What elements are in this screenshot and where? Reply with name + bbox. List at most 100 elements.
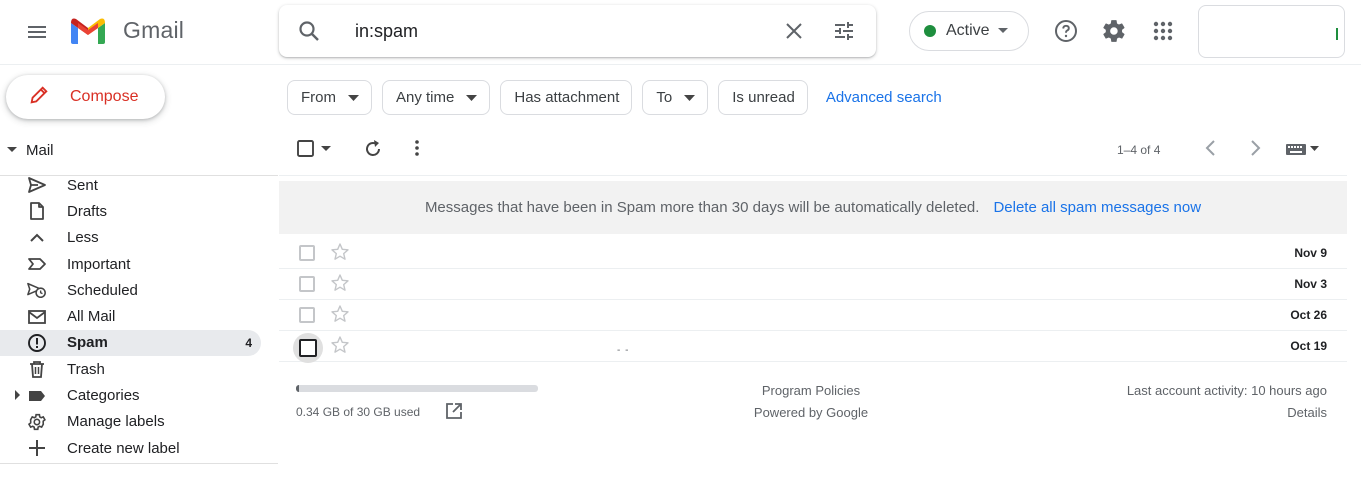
sidebar-item-label: All Mail xyxy=(67,308,116,326)
spam-notice-text: Messages that have been in Spam more tha… xyxy=(424,199,980,216)
close-icon[interactable] xyxy=(782,19,806,48)
filter-is-unread[interactable]: Is unread xyxy=(718,80,808,115)
account-switcher[interactable] xyxy=(1198,5,1345,58)
caret-down-icon xyxy=(684,89,696,106)
mail-icon xyxy=(27,307,47,327)
last-activity-text: Last account activity: 10 hours ago xyxy=(1126,383,1327,398)
row-checkbox[interactable] xyxy=(299,276,315,292)
message-date: Oct 26 xyxy=(1290,308,1327,322)
row-checkbox[interactable] xyxy=(299,245,315,261)
sidebar-item-create-label[interactable]: Create new label xyxy=(0,435,270,461)
sidebar-item-label: Categories xyxy=(67,387,140,405)
details-link[interactable]: Details xyxy=(1287,405,1327,420)
chevron-up-icon xyxy=(27,228,47,248)
apps-icon[interactable] xyxy=(1150,18,1176,44)
search-icon[interactable] xyxy=(297,19,321,48)
plus-icon xyxy=(27,438,47,458)
status-dropdown[interactable]: Active xyxy=(909,11,1029,51)
caret-down-icon xyxy=(997,22,1009,40)
sidebar-item-sent[interactable]: Sent xyxy=(0,172,270,198)
settings-icon xyxy=(27,412,47,432)
sidebar-item-label: Scheduled xyxy=(67,281,138,299)
filter-to[interactable]: To xyxy=(642,80,709,115)
mail-section-header[interactable]: Mail xyxy=(0,138,270,162)
help-icon[interactable] xyxy=(1053,18,1079,44)
select-options-icon[interactable] xyxy=(321,146,331,152)
send-icon xyxy=(27,175,47,195)
gmail-m-icon xyxy=(71,18,105,44)
sidebar-item-scheduled[interactable]: Scheduled xyxy=(0,277,270,303)
caret-right-icon[interactable] xyxy=(14,387,21,405)
row-checkbox[interactable] xyxy=(293,333,323,363)
star-icon[interactable] xyxy=(330,304,350,329)
search-options-icon[interactable] xyxy=(832,19,856,48)
chevron-left-icon[interactable] xyxy=(1201,138,1221,158)
sidebar-item-drafts[interactable]: Drafts xyxy=(0,198,270,224)
compose-button[interactable]: Compose xyxy=(6,75,165,119)
draft-icon xyxy=(27,201,47,221)
sidebar-item-label: Spam xyxy=(67,334,108,352)
caret-down-icon xyxy=(7,141,17,159)
label-icon xyxy=(27,386,47,406)
message-row[interactable]: Oct 26 xyxy=(279,300,1347,331)
powered-by-google: Powered by Google xyxy=(753,405,869,420)
caret-down-icon xyxy=(466,89,478,106)
message-snippet: - - xyxy=(617,345,630,356)
star-icon[interactable] xyxy=(330,335,350,360)
sidebar-item-label: Drafts xyxy=(67,202,108,220)
delete-all-spam-link[interactable]: Delete all spam messages now xyxy=(993,199,1201,216)
hamburger-icon[interactable] xyxy=(17,12,57,52)
program-policies-link[interactable]: Program Policies xyxy=(690,383,932,398)
filter-has-attachment[interactable]: Has attachment xyxy=(500,80,633,115)
sidebar-item-label: Sent xyxy=(67,176,98,194)
keyboard-icon[interactable] xyxy=(1285,142,1319,156)
status-dot xyxy=(924,25,936,37)
more-vert-icon[interactable] xyxy=(407,138,427,158)
storage-usage-text: 0.34 GB of 30 GB used xyxy=(296,405,421,419)
filter-any-time[interactable]: Any time xyxy=(382,80,491,115)
important-icon xyxy=(27,254,47,274)
refresh-icon[interactable] xyxy=(362,138,384,160)
account-indicator xyxy=(1336,28,1338,40)
caret-down-icon xyxy=(348,89,359,106)
chip-label: Is unread xyxy=(732,89,795,106)
sidebar-item-less[interactable]: Less xyxy=(0,225,270,251)
search-filter-chips: From Any time Has attachment To Is unrea… xyxy=(287,80,942,115)
sidebar-item-manage-labels[interactable]: Manage labels xyxy=(0,409,270,435)
row-checkbox[interactable] xyxy=(299,307,315,323)
sidebar-nav: Sent Drafts Less Important Scheduled All… xyxy=(0,172,270,461)
star-icon[interactable] xyxy=(330,242,350,267)
sidebar-item-categories[interactable]: Categories xyxy=(0,382,270,408)
message-date: Nov 9 xyxy=(1294,246,1327,260)
settings-icon[interactable] xyxy=(1101,18,1127,44)
chat-section xyxy=(0,463,278,483)
unread-count: 4 xyxy=(245,335,252,350)
message-row[interactable]: - - Oct 19 xyxy=(279,331,1347,363)
advanced-search-link[interactable]: Advanced search xyxy=(826,89,942,106)
gmail-logo[interactable]: Gmail xyxy=(68,15,184,45)
sidebar-item-trash[interactable]: Trash xyxy=(0,356,270,382)
mail-section-label: Mail xyxy=(26,141,54,159)
open-in-new-icon[interactable] xyxy=(445,402,463,425)
sidebar-item-important[interactable]: Important xyxy=(0,251,270,277)
top-bar: Gmail Active xyxy=(0,0,1361,65)
sidebar-item-all-mail[interactable]: All Mail xyxy=(0,303,270,329)
filter-from[interactable]: From xyxy=(287,80,372,115)
message-row[interactable]: Nov 9 xyxy=(279,238,1347,269)
message-row[interactable]: Nov 3 xyxy=(279,269,1347,300)
app-title: Gmail xyxy=(123,16,185,43)
message-date: Nov 3 xyxy=(1294,277,1327,291)
sidebar-item-spam[interactable]: Spam 4 xyxy=(0,329,261,357)
select-all-checkbox[interactable] xyxy=(296,138,316,158)
chip-label: To xyxy=(656,89,673,106)
list-toolbar: 1–4 of 4 xyxy=(279,130,1347,170)
chip-label: From xyxy=(301,89,336,106)
chip-label: Any time xyxy=(396,89,455,106)
star-icon[interactable] xyxy=(330,273,350,298)
search-input[interactable] xyxy=(355,17,755,45)
storage-bar xyxy=(296,385,538,392)
chip-label: Has attachment xyxy=(514,89,620,106)
trash-icon xyxy=(27,359,47,379)
search-bar xyxy=(279,5,876,57)
chevron-right-icon[interactable] xyxy=(1245,138,1265,158)
